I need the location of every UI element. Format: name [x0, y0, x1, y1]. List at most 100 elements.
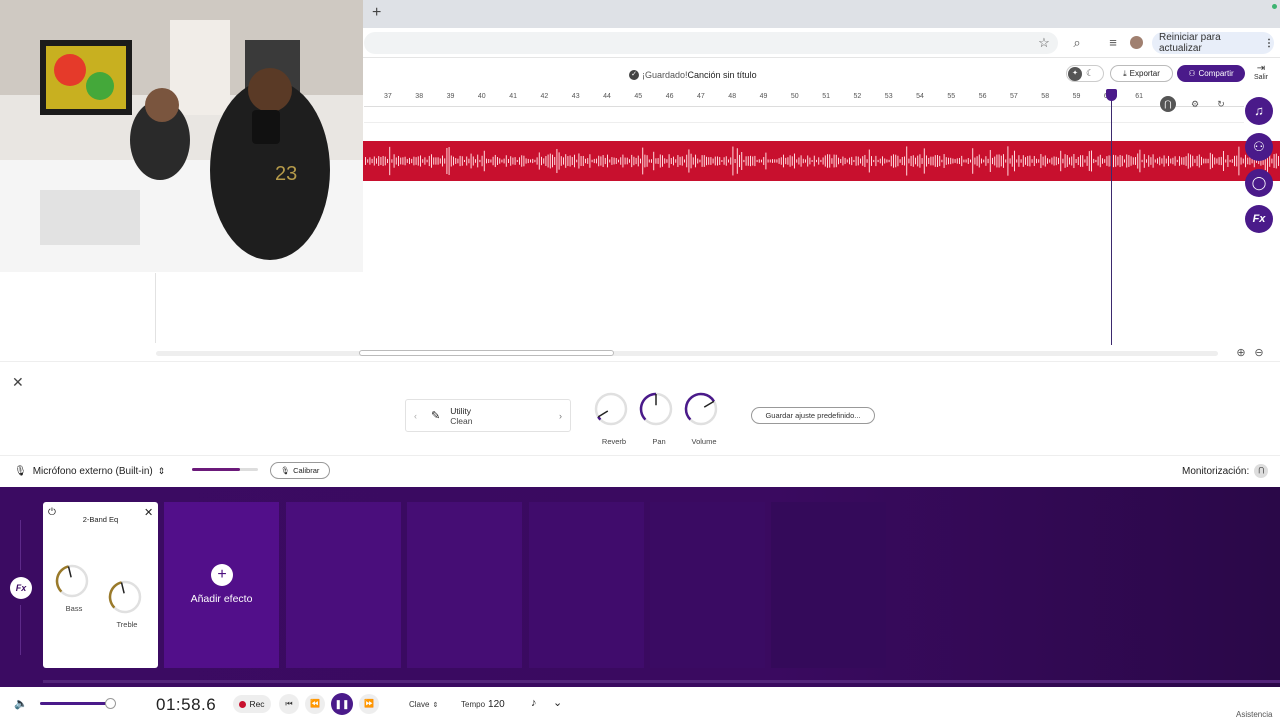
input-bar-divider	[0, 455, 1280, 456]
effect-card-eq[interactable]: ⏻ ✕ 2-Band Eq Bass Treble	[43, 502, 158, 668]
waveform-sample	[567, 156, 569, 166]
waveform-sample	[776, 159, 778, 163]
speaker-icon[interactable]: 🔈	[14, 697, 28, 710]
waveform-sample	[439, 158, 441, 164]
knob-arc	[684, 392, 715, 421]
new-tab-button[interactable]: +	[372, 5, 386, 21]
preset-selector[interactable]: ‹ ✎ Utility Clean ›	[405, 399, 571, 432]
chevron-right-icon[interactable]: ›	[559, 411, 562, 421]
chevron-left-icon[interactable]: ‹	[414, 411, 417, 421]
media-icon[interactable]: ≡	[1105, 35, 1121, 51]
waveform-sample	[1113, 154, 1114, 168]
close-icon[interactable]: ✕	[12, 375, 24, 389]
skip-to-start-icon[interactable]: ⏮	[279, 694, 299, 714]
horizontal-scrollbar[interactable]	[156, 351, 1218, 356]
scrollbar-thumb[interactable]	[359, 350, 614, 356]
master-volume-thumb[interactable]	[105, 698, 116, 709]
fast-forward-icon[interactable]: ⏩	[359, 694, 379, 714]
waveform-sample	[611, 157, 613, 165]
zoom-in-icon[interactable]: ⊕	[1233, 345, 1249, 361]
waveform-sample	[798, 157, 800, 165]
waveform-sample	[615, 158, 617, 164]
reverb-knob[interactable]: Reverb	[594, 392, 634, 446]
waveform-sample	[725, 156, 727, 166]
waveform-sample	[706, 156, 707, 166]
magnet-icon[interactable]: ⋂	[1160, 96, 1176, 112]
waveform-sample	[987, 158, 989, 164]
treble-knob-dial[interactable]	[108, 580, 146, 618]
waveform-sample	[1014, 150, 1015, 172]
lens-icon[interactable]: ⌕	[1069, 35, 1085, 51]
record-button[interactable]: Rec	[233, 695, 271, 713]
waveform-sample	[875, 155, 877, 167]
chat-button[interactable]: ◯	[1245, 169, 1273, 197]
key-selector[interactable]: Clave ⇕	[409, 700, 438, 709]
calibrate-button[interactable]: 🎙 Calibrar	[270, 462, 330, 479]
waveform-sample	[1082, 155, 1084, 167]
waveform-sample	[1216, 158, 1218, 164]
settings-icon[interactable]: ⚙	[1187, 96, 1203, 112]
rewind-icon[interactable]: ⏪	[305, 694, 325, 714]
waveform-sample	[384, 156, 386, 166]
track-header-divider	[155, 273, 156, 343]
pan-knob[interactable]: Pan	[639, 392, 679, 446]
waveform-sample	[1069, 157, 1070, 165]
profile-avatar[interactable]	[1130, 36, 1143, 49]
chevron-down-icon[interactable]: ⌄	[553, 696, 562, 709]
waveform-sample	[1033, 155, 1035, 167]
add-effect-slot[interactable]: + Añadir efecto	[164, 502, 279, 668]
bass-knob-dial[interactable]	[55, 564, 93, 602]
waveform-sample	[444, 158, 446, 164]
waveform-sample	[862, 156, 864, 166]
theme-toggle[interactable]: ✦ ☾	[1066, 65, 1104, 82]
rack-scrollbar[interactable]	[43, 680, 1280, 683]
volume-knob[interactable]: Volume	[684, 392, 724, 446]
plus-icon[interactable]: +	[211, 564, 233, 586]
metronome-icon[interactable]: ♪	[531, 697, 537, 709]
waveform-sample	[728, 159, 729, 163]
share-button[interactable]: ⚇ Compartir	[1177, 65, 1245, 82]
address-bar[interactable]	[364, 32, 1058, 54]
waveform-sample	[963, 159, 965, 163]
exit-button[interactable]: ⇥ Salir	[1250, 63, 1272, 87]
waveform-sample	[857, 156, 859, 166]
mic-selector[interactable]: 🎙 Micrófono externo (Built-in) ⇕	[14, 463, 165, 479]
audio-region[interactable]	[363, 141, 1280, 181]
waveform-sample	[961, 155, 963, 167]
volume-knob-dial[interactable]	[684, 392, 724, 432]
headphones-icon[interactable]: ⋂	[1254, 464, 1269, 478]
effects-button[interactable]: Fx	[1245, 205, 1273, 233]
waveform-sample	[486, 158, 487, 164]
waveform-sample	[783, 154, 784, 168]
waveform-sample	[992, 157, 993, 165]
waveform-sample	[1066, 155, 1068, 167]
treble-knob[interactable]: Treble	[108, 580, 146, 629]
restart-to-update-button[interactable]: Reiniciar para actualizar ⋮	[1152, 32, 1274, 54]
reverb-knob-dial[interactable]	[594, 392, 634, 432]
waveform-sample	[831, 158, 833, 164]
pause-button[interactable]: ❚❚	[331, 693, 353, 715]
pan-knob-dial[interactable]	[639, 392, 679, 432]
export-button[interactable]: ⤓ Exportar	[1110, 65, 1173, 82]
waveform-sample	[637, 155, 639, 167]
waveform-sample	[712, 158, 714, 164]
waveform-sample	[1154, 159, 1156, 163]
timeline-ruler[interactable]: 37 38 39 40 41 42 43 44 45 46 47 48 49 50 51 52 53 54 55 56…	[364, 90, 1280, 106]
zoom-out-icon[interactable]: ⊖	[1251, 345, 1267, 361]
waveform-sample	[1146, 159, 1147, 163]
loop-icon[interactable]: ↻	[1213, 96, 1229, 112]
collaborators-button[interactable]: ⚇	[1245, 133, 1273, 161]
tempo-control[interactable]: Tempo 120	[461, 699, 505, 710]
bass-knob[interactable]: Bass	[55, 564, 93, 613]
playhead[interactable]	[1111, 95, 1112, 345]
playhead-handle[interactable]	[1106, 89, 1117, 101]
song-title[interactable]: Canción sin título	[688, 70, 757, 80]
instrument-button[interactable]: ♫	[1245, 97, 1273, 125]
waveform-sample	[503, 158, 505, 164]
save-preset-button[interactable]: Guardar ajuste predefinido...	[751, 407, 875, 424]
waveform-sample	[928, 157, 930, 165]
ruler-tick: 45	[634, 93, 643, 100]
assistance-link[interactable]: Asistencia	[1236, 710, 1272, 719]
bookmark-star-icon[interactable]: ☆	[1036, 35, 1052, 51]
chevron-updown-icon: ⇕	[157, 465, 166, 476]
